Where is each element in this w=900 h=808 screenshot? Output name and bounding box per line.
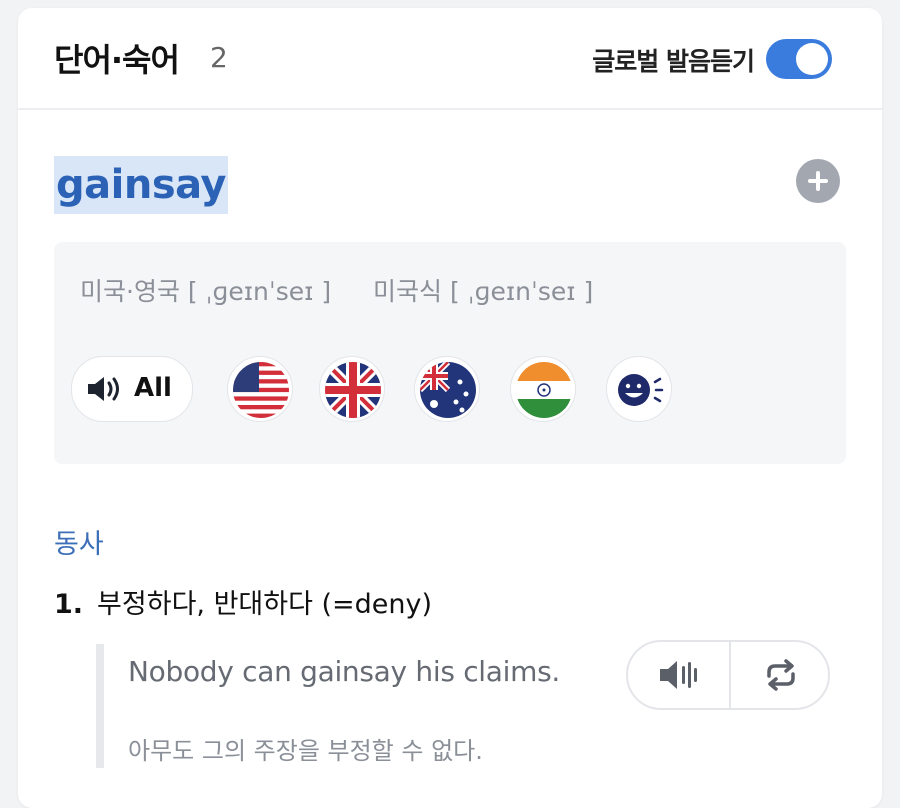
us-uk-label: 미국·영국 bbox=[80, 277, 180, 306]
us-flag-button[interactable] bbox=[227, 356, 293, 422]
australia-flag-icon bbox=[420, 362, 476, 418]
play-all-button[interactable]: All bbox=[71, 356, 193, 422]
sense-meaning: 부정하다, 반대하다 (=deny) bbox=[97, 589, 433, 620]
example-audio-controls bbox=[626, 640, 830, 710]
sense-1: 1. 부정하다, 반대하다 (=deny) bbox=[54, 582, 432, 621]
card-header: 단어·숙어 2 글로벌 발음듣기 bbox=[18, 8, 882, 110]
result-count: 2 bbox=[210, 41, 228, 74]
add-to-wordbook-button[interactable] bbox=[796, 159, 840, 203]
global-pronunciation-toggle[interactable] bbox=[766, 39, 832, 79]
pronunciation-box: 미국·영국 [ ˌɡeɪnˈseɪ ] 미국식 [ ˌɡeɪnˈseɪ ] Al… bbox=[54, 242, 846, 464]
example-quote-bar bbox=[96, 644, 104, 768]
smiling-face-voice-icon bbox=[618, 374, 664, 406]
repeat-example-button[interactable] bbox=[731, 642, 832, 708]
india-flag-icon bbox=[516, 362, 572, 418]
speaker-wave-icon bbox=[660, 661, 697, 689]
section-title: 단어·숙어 bbox=[54, 41, 180, 79]
word-card: 단어·숙어 2 글로벌 발음듣기 gainsay 미국·영국 [ ˌɡeɪnˈs… bbox=[18, 8, 882, 808]
play-all-label: All bbox=[134, 373, 172, 403]
us-flag-icon bbox=[233, 362, 289, 418]
pronunciation-line: 미국·영국 [ ˌɡeɪnˈseɪ ] 미국식 [ ˌɡeɪnˈseɪ ] bbox=[80, 272, 593, 308]
uk-flag-button[interactable] bbox=[319, 356, 385, 422]
india-flag-button[interactable] bbox=[510, 356, 576, 422]
us-uk-ipa: [ ˌɡeɪnˈseɪ ] bbox=[187, 277, 332, 306]
play-example-button[interactable] bbox=[628, 642, 729, 708]
speaker-icon bbox=[88, 377, 119, 401]
uk-flag-icon bbox=[325, 362, 381, 418]
american-ipa: [ ˌɡeɪnˈseɪ ] bbox=[450, 277, 594, 306]
headword[interactable]: gainsay bbox=[54, 156, 228, 214]
example-sentence-en: Nobody can gainsay his claims. bbox=[128, 655, 560, 688]
repeat-icon bbox=[767, 659, 795, 691]
voice-face-button[interactable] bbox=[606, 356, 672, 422]
sense-number: 1. bbox=[54, 589, 84, 620]
american-label: 미국식 bbox=[373, 277, 443, 306]
australia-flag-button[interactable] bbox=[414, 356, 480, 422]
part-of-speech: 동사 bbox=[54, 529, 104, 560]
global-pronunciation-label: 글로벌 발음듣기 bbox=[592, 47, 755, 76]
toggle-knob bbox=[796, 43, 828, 75]
example-sentence-ko: 아무도 그의 주장을 부정할 수 없다. bbox=[128, 737, 483, 765]
